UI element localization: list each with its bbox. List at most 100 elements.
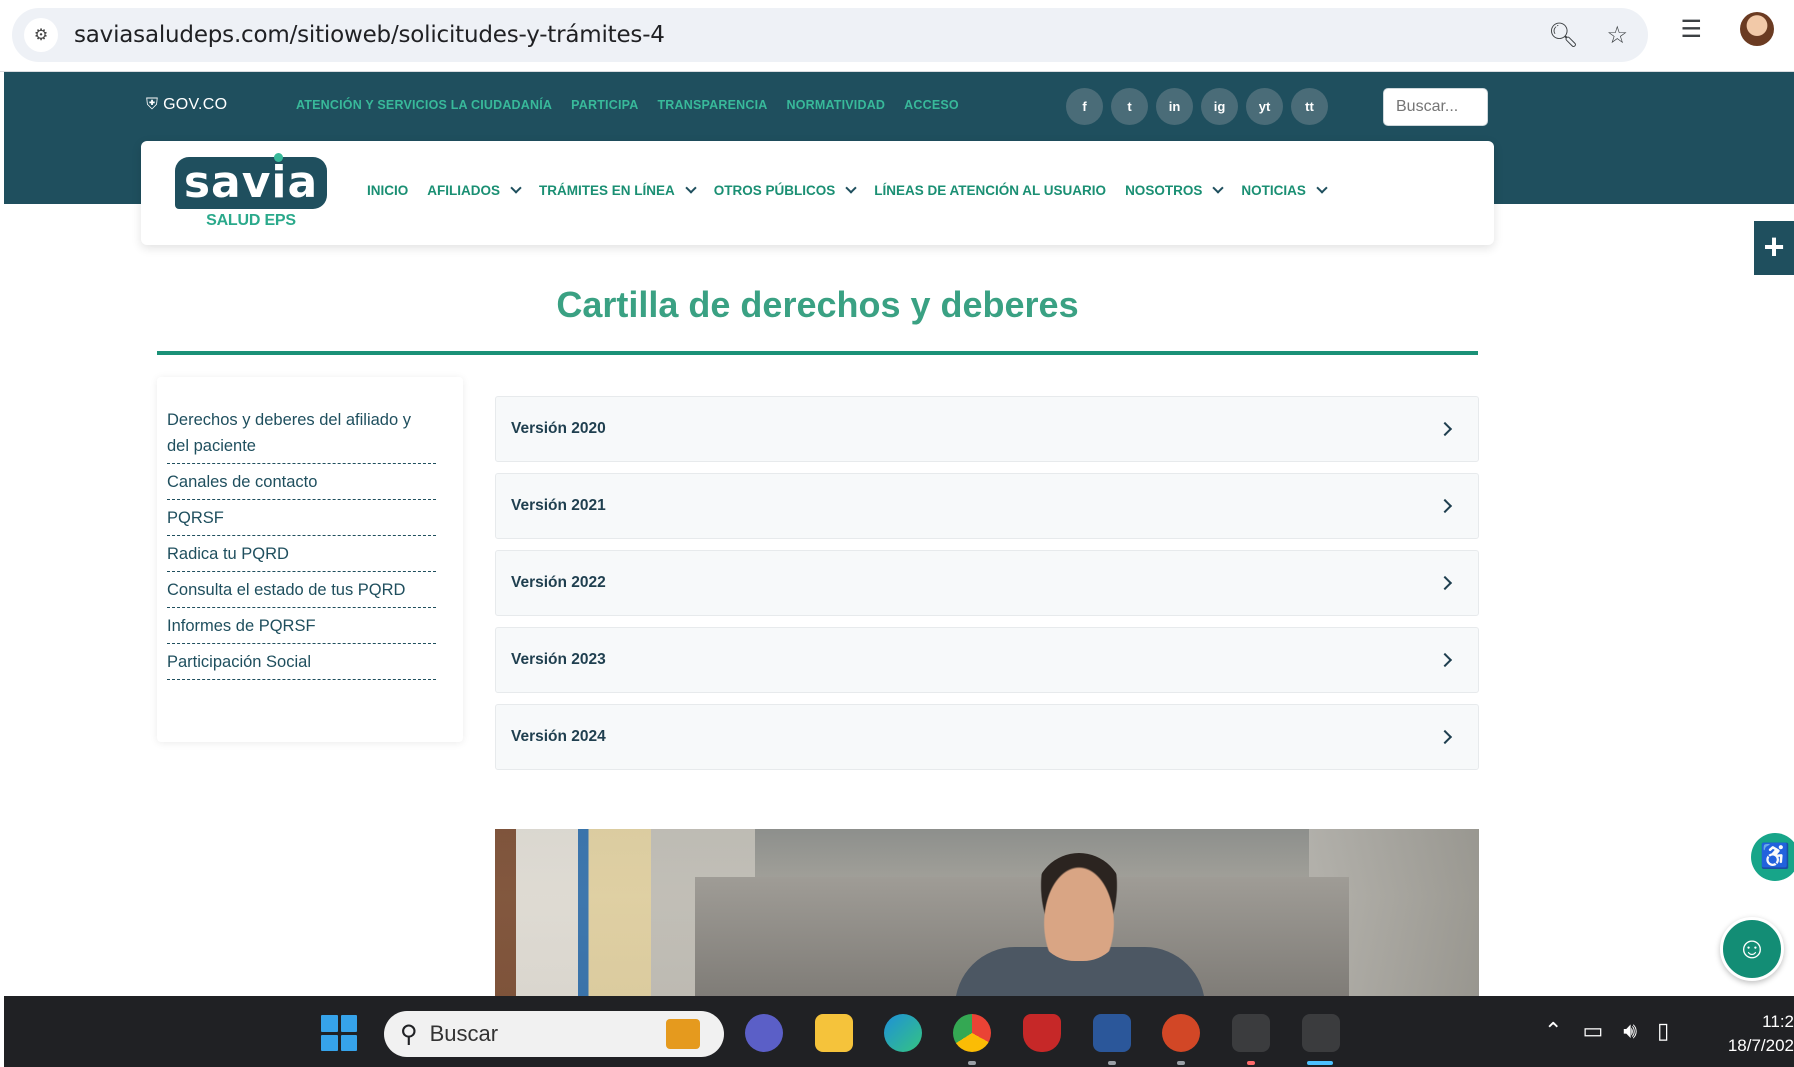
accordion-item-2023[interactable]: Versión 2023 [495, 627, 1479, 693]
gov-link-acceso[interactable]: ACCESO [904, 98, 959, 112]
chevron-down-icon [510, 182, 522, 194]
sports-app-icon[interactable] [1232, 1014, 1270, 1052]
chevron-down-icon [685, 182, 697, 194]
snipping-tool-icon[interactable] [1302, 1014, 1340, 1052]
chevron-right-icon [1437, 729, 1453, 745]
url-text[interactable]: saviasaludeps.com/sitioweb/solicitudes-y… [74, 22, 665, 48]
main-nav-card: savia SALUD EPS INICIO AFILIADOS TRÁMITE… [141, 141, 1494, 245]
logo-subtitle: SALUD EPS [206, 212, 296, 229]
playlist-icon[interactable]: ☰ [1680, 15, 1702, 44]
clock-date: 18/7/202 [1727, 1036, 1794, 1055]
chat-bot-icon[interactable]: ☺ [1720, 917, 1784, 981]
accordion-label: Versión 2020 [511, 420, 606, 437]
accordion-label: Versión 2022 [511, 574, 606, 591]
twitter-icon[interactable]: t [1111, 88, 1148, 125]
zoom-icon[interactable]: 🔍︎ [1548, 21, 1578, 50]
youtube-icon[interactable]: yt [1246, 88, 1283, 125]
security-shield-icon[interactable] [1023, 1014, 1061, 1052]
accordion-item-2022[interactable]: Versión 2022 [495, 550, 1479, 616]
nav-item-nosotros[interactable]: NOSOTROS [1125, 182, 1224, 198]
chrome-browser-icon[interactable] [953, 1014, 991, 1052]
nav-item-afiliados[interactable]: AFILIADOS [427, 182, 522, 198]
sidebar-item-derechos-deberes[interactable]: Derechos y deberes del afiliado y del pa… [167, 407, 436, 464]
edge-browser-icon[interactable] [884, 1014, 922, 1052]
hero-photo [495, 829, 1479, 997]
versions-accordion: Versión 2020 Versión 2021 Versión 2022 V… [495, 396, 1479, 781]
accordion-label: Versión 2024 [511, 728, 606, 745]
govco-logo[interactable]: ⛨ GOV.CO [146, 96, 227, 114]
instagram-icon[interactable]: ig [1201, 88, 1238, 125]
address-bar[interactable]: ⚙ saviasaludeps.com/sitioweb/solicitudes… [12, 8, 1648, 62]
tiktok-icon[interactable]: tt [1291, 88, 1328, 125]
site-info-icon[interactable]: ⚙ [24, 18, 58, 52]
title-divider [157, 351, 1478, 355]
linkedin-icon[interactable]: in [1156, 88, 1193, 125]
gov-link-transparencia[interactable]: TRANSPARENCIA [657, 98, 767, 112]
app-active-indicator [1307, 1061, 1333, 1065]
nav-item-lineas-atencion[interactable]: LÍNEAS DE ATENCIÓN AL USUARIO [874, 183, 1106, 198]
gov-links: ATENCIÓN Y SERVICIOS LA CIUDADANÍA PARTI… [296, 98, 959, 112]
accordion-item-2020[interactable]: Versión 2020 [495, 396, 1479, 462]
sidebar-item-informes-pqrsf[interactable]: Informes de PQRSF [167, 608, 436, 644]
plus-icon[interactable]: + [1754, 221, 1794, 275]
taskbar-clock[interactable]: 11:2 18/7/202 [1720, 1010, 1794, 1058]
meet-app-icon[interactable] [745, 1014, 783, 1052]
nav-item-inicio[interactable]: INICIO [367, 183, 408, 198]
nav-item-tramites[interactable]: TRÁMITES EN LÍNEA [539, 182, 697, 198]
gov-link-atencion[interactable]: ATENCIÓN Y SERVICIOS LA CIUDADANÍA [296, 98, 552, 112]
facebook-icon[interactable]: f [1066, 88, 1103, 125]
savia-logo[interactable]: savia SALUD EPS [175, 153, 327, 233]
word-app-icon[interactable] [1093, 1014, 1131, 1052]
briefcase-icon [666, 1019, 700, 1049]
sidebar-item-radica-pqrd[interactable]: Radica tu PQRD [167, 536, 436, 572]
powerpoint-app-icon[interactable] [1162, 1014, 1200, 1052]
social-links: f t in ig yt tt [1066, 88, 1328, 125]
chevron-down-icon [1316, 182, 1328, 194]
site-search-input[interactable] [1383, 88, 1488, 126]
battery-icon[interactable]: ▯ [1657, 1018, 1669, 1044]
chevron-right-icon [1437, 421, 1453, 437]
logo-wordmark: savia [175, 157, 327, 209]
file-explorer-icon[interactable] [815, 1014, 853, 1052]
nav-item-noticias[interactable]: NOTICIAS [1241, 182, 1328, 198]
chevron-right-icon [1437, 652, 1453, 668]
sidebar-item-participacion-social[interactable]: Participación Social [167, 644, 436, 680]
accordion-item-2024[interactable]: Versión 2024 [495, 704, 1479, 770]
logo-dot [274, 153, 283, 162]
accordion-label: Versión 2021 [511, 497, 606, 514]
clock-time: 11:2 [1762, 1012, 1794, 1031]
nav-item-otros-publicos[interactable]: OTROS PÚBLICOS [714, 182, 857, 198]
bookmark-star-icon[interactable]: ☆ [1606, 21, 1628, 50]
gov-link-normatividad[interactable]: NORMATIVIDAD [786, 98, 885, 112]
windows-start-icon[interactable] [321, 1015, 357, 1051]
gov-link-participa[interactable]: PARTICIPA [571, 98, 638, 112]
chevron-down-icon [845, 182, 857, 194]
govco-shield-icon: ⛨ [146, 96, 159, 113]
page-title: Cartilla de derechos y deberes [556, 284, 1079, 325]
sidebar-item-pqrsf[interactable]: PQRSF [167, 500, 436, 536]
govco-label: GOV.CO [163, 96, 228, 113]
accordion-item-2021[interactable]: Versión 2021 [495, 473, 1479, 539]
photo-child-head [1035, 853, 1123, 961]
accordion-label: Versión 2023 [511, 651, 606, 668]
system-tray: ⌃ ▭ 🔊︎ ▯ [1544, 1018, 1669, 1044]
chevron-right-icon [1437, 498, 1453, 514]
volume-icon[interactable]: 🔊︎ [1623, 1018, 1637, 1044]
taskbar-search-label: Buscar [429, 1021, 499, 1046]
app-running-indicator [968, 1061, 976, 1065]
sidebar-menu: Derechos y deberes del afiliado y del pa… [157, 377, 463, 742]
chevron-right-icon [1437, 575, 1453, 591]
main-nav: INICIO AFILIADOS TRÁMITES EN LÍNEA OTROS… [367, 182, 1328, 198]
app-running-indicator [1177, 1061, 1185, 1065]
taskbar-search[interactable]: ⚲ Buscar [384, 1011, 724, 1057]
profile-avatar[interactable] [1740, 12, 1774, 46]
network-icon[interactable]: ▭ [1582, 1018, 1603, 1044]
app-running-indicator [1108, 1061, 1116, 1065]
chevron-up-icon[interactable]: ⌃ [1544, 1018, 1562, 1044]
sidebar-item-canales-contacto[interactable]: Canales de contacto [167, 464, 436, 500]
browser-toolbar: ⚙ saviasaludeps.com/sitioweb/solicitudes… [0, 0, 1794, 72]
sidebar-item-consulta-pqrd[interactable]: Consulta el estado de tus PQRD [167, 572, 436, 608]
accessibility-icon[interactable]: ♿ [1751, 833, 1794, 881]
app-running-indicator [1247, 1061, 1255, 1065]
chevron-down-icon [1212, 182, 1224, 194]
